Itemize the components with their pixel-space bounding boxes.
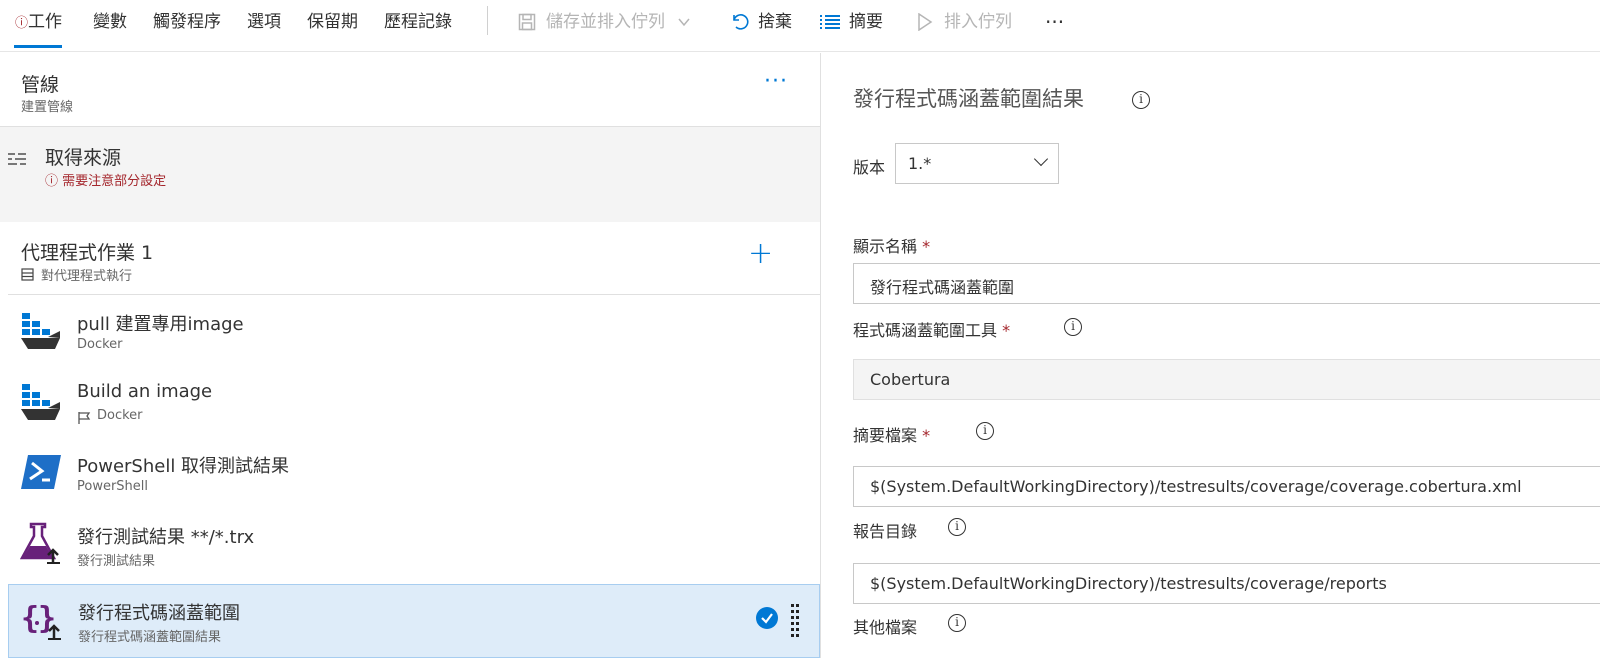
coverage-tool-select[interactable]: Cobertura [853, 359, 1600, 400]
task-detail-panel: 發行程式碼涵蓋範圍結果 i 版本 1.* 顯示名稱 * 發行程式碼涵蓋範圍 程式… [821, 53, 1600, 658]
list-icon [819, 11, 841, 33]
save-and-queue-label: 儲存並排入佇列 [546, 12, 665, 32]
pipeline-panel: 管線 建置管線 ··· 取得來源 ⓘ 需要注意部分設定 代理程式作業 1 對代理… [0, 53, 820, 658]
drag-handle-icon[interactable] [790, 603, 800, 637]
task-item[interactable]: pull 建置專用image Docker [8, 296, 820, 366]
pipeline-title: 管線 [21, 74, 60, 96]
info-icon[interactable]: i [1064, 318, 1082, 336]
info-icon[interactable]: i [948, 518, 966, 536]
tab-options[interactable]: 選項 [247, 10, 281, 34]
report-directory-label: 報告目錄 [853, 522, 918, 541]
discard-button[interactable]: 捨棄 [728, 10, 792, 34]
docker-icon [20, 309, 62, 351]
pipeline-more-button[interactable]: ··· [764, 71, 788, 93]
tab-retention[interactable]: 保留期 [307, 10, 358, 34]
agent-job-subtitle: 對代理程式執行 [41, 269, 133, 284]
toolbar-divider [487, 6, 488, 35]
summary-button[interactable]: 摘要 [819, 10, 883, 34]
task-item[interactable]: PowerShell 取得測試結果 PowerShell [8, 438, 820, 508]
task-type: Docker [77, 337, 123, 352]
info-icon[interactable]: i [948, 614, 966, 632]
docker-icon [20, 380, 62, 422]
save-icon [516, 11, 538, 33]
flag-icon [77, 410, 91, 429]
get-sources-row[interactable]: 取得來源 ⓘ 需要注意部分設定 [0, 126, 820, 222]
checkmark-icon [756, 607, 778, 629]
queue-label: 排入佇列 [944, 12, 1012, 32]
summary-label: 摘要 [849, 12, 883, 32]
version-select[interactable]: 1.* [895, 143, 1059, 184]
task-name: pull 建置專用image [77, 314, 244, 335]
task-item[interactable]: Build an image Docker [8, 367, 820, 437]
chevron-down-icon [673, 11, 695, 33]
source-title: 取得來源 [45, 147, 122, 169]
warning-icon: ⓘ [15, 16, 29, 31]
summary-file-label: 摘要檔案 * [853, 426, 931, 445]
pipeline-header[interactable]: 管線 建置管線 ··· [0, 53, 820, 126]
add-task-button[interactable]: + [748, 236, 773, 271]
agent-job-title: 代理程式作業 1 [21, 242, 154, 264]
display-name-label: 顯示名稱 * [853, 237, 931, 256]
chevron-down-icon [1033, 151, 1049, 167]
task-type: PowerShell [77, 479, 149, 494]
task-name: 發行程式碼涵蓋範圍 [78, 603, 240, 624]
task-type: Docker [97, 408, 143, 423]
more-actions-button[interactable]: ··· [1045, 10, 1064, 34]
source-warning: ⓘ 需要注意部分設定 [45, 174, 167, 189]
tab-tasks[interactable]: ⓘ工作 [13, 10, 63, 48]
tab-triggers[interactable]: 觸發程序 [153, 10, 221, 34]
info-icon[interactable]: i [1132, 91, 1150, 109]
task-name: Build an image [77, 381, 213, 402]
source-list-icon [7, 151, 27, 173]
report-directory-field[interactable]: $(System.DefaultWorkingDirectory)/testre… [853, 563, 1600, 604]
powershell-icon [20, 451, 62, 493]
summary-file-field[interactable]: $(System.DefaultWorkingDirectory)/testre… [853, 466, 1600, 507]
task-name: PowerShell 取得測試結果 [77, 456, 290, 477]
info-icon[interactable]: i [976, 422, 994, 440]
tab-history[interactable]: 歷程記錄 [384, 10, 452, 34]
undo-icon [728, 11, 750, 33]
detail-title: 發行程式碼涵蓋範圍結果 [853, 87, 1084, 111]
toolbar: ⓘ工作 變數 觸發程序 選項 保留期 歷程記錄 儲存並排入佇列 捨棄 摘要 排入… [0, 0, 1600, 52]
queue-button[interactable]: 排入佇列 [914, 10, 1012, 34]
coverage-tool-label: 程式碼涵蓋範圍工具 * [853, 321, 1011, 340]
pipeline-subtitle: 建置管線 [21, 100, 74, 115]
agent-job-row[interactable]: 代理程式作業 1 對代理程式執行 + [8, 222, 820, 295]
tab-label: 工作 [28, 12, 63, 32]
display-name-field[interactable]: 發行程式碼涵蓋範圍 [853, 263, 1600, 304]
task-type: 發行程式碼涵蓋範圍結果 [78, 630, 222, 645]
version-label: 版本 [853, 158, 886, 177]
task-type: 發行測試結果 [77, 554, 156, 569]
flask-upload-icon [19, 522, 62, 564]
tab-variables[interactable]: 變數 [93, 10, 127, 34]
server-icon [21, 266, 34, 285]
save-and-queue-button[interactable]: 儲存並排入佇列 [516, 10, 695, 34]
task-item-selected[interactable]: {} 發行程式碼涵蓋範圍 發行程式碼涵蓋範圍結果 [8, 584, 820, 658]
additional-files-label: 其他檔案 [853, 618, 918, 637]
task-name: 發行測試結果 **/*.trx [77, 527, 255, 548]
svg-text:{: { [21, 601, 39, 636]
version-value: 1.* [908, 154, 932, 173]
play-icon [914, 11, 936, 33]
braces-upload-icon: {} [21, 598, 63, 640]
task-item[interactable]: 發行測試結果 **/*.trx 發行測試結果 [8, 509, 820, 579]
discard-label: 捨棄 [758, 12, 792, 32]
